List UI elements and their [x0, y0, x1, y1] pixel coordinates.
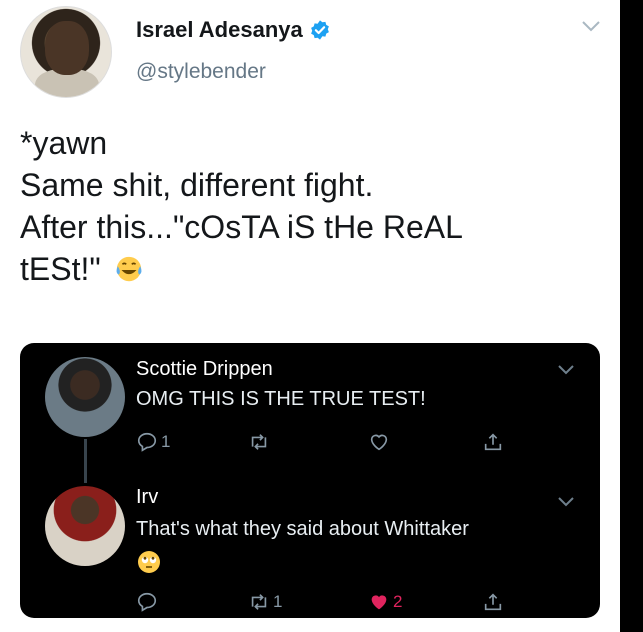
tweet-text: *yawn Same shit, different fight. After … [20, 122, 600, 290]
chevron-down-icon[interactable] [580, 18, 602, 34]
retweet-count: 1 [273, 592, 283, 611]
author-avatar[interactable] [20, 6, 112, 98]
reply-thread-screenshot: Scottie Drippen OMG THIS IS THE TRUE TES… [20, 343, 600, 618]
reply-button[interactable]: 1 [136, 429, 170, 455]
reply-text: That's what they said about Whittaker [136, 518, 469, 540]
like-count: 2 [393, 592, 403, 611]
reply-author-name[interactable]: Irv [136, 486, 158, 509]
chevron-down-icon[interactable] [556, 495, 576, 509]
rolling-eyes-emoji-icon [138, 551, 160, 573]
tweet-line-4-row: tESt!" [20, 248, 600, 290]
retweet-button[interactable] [248, 429, 273, 455]
author-name[interactable]: Israel Adesanya [136, 17, 303, 43]
reply-actions: 1 2 [136, 589, 516, 615]
verified-badge-icon [310, 20, 329, 40]
share-button[interactable] [482, 429, 504, 455]
author-handle[interactable]: @stylebender [136, 60, 266, 84]
tweet-line-2: Same shit, different fight. [20, 167, 374, 203]
reply-count: 1 [161, 432, 171, 451]
retweet-button[interactable]: 1 [248, 589, 282, 615]
tweet-card: Israel Adesanya @stylebender *yawn Same … [0, 0, 620, 632]
share-icon [484, 593, 502, 611]
tears-of-joy-emoji-icon [116, 256, 142, 282]
reply-button[interactable] [136, 589, 161, 615]
reply-icon [137, 432, 157, 452]
like-button[interactable] [368, 429, 393, 455]
reply-avatar[interactable] [45, 486, 125, 566]
thread-connector [84, 439, 87, 483]
reply-actions: 1 [136, 429, 516, 455]
heart-filled-icon [371, 595, 387, 610]
screenshot-border [620, 0, 643, 632]
reply-icon [137, 592, 157, 612]
like-button[interactable]: 2 [368, 589, 402, 615]
reply-item: Irv That's what they said about Whittake… [20, 478, 600, 618]
author-name-row[interactable]: Israel Adesanya [136, 17, 331, 43]
tweet-line-4: tESt!" [20, 251, 101, 287]
retweet-icon [251, 594, 267, 610]
reply-author-name[interactable]: Scottie Drippen [136, 358, 273, 381]
tweet-line-3: After this..."cOsTA iS tHe ReAL [20, 209, 463, 245]
reply-avatar[interactable] [45, 357, 125, 437]
retweet-icon [251, 434, 267, 450]
share-button[interactable] [482, 589, 504, 615]
share-icon [484, 433, 502, 451]
reply-text: OMG THIS IS THE TRUE TEST! [136, 388, 426, 410]
tweet-line-1: *yawn [20, 125, 108, 161]
heart-icon [370, 434, 388, 451]
chevron-down-icon[interactable] [556, 363, 576, 377]
reply-item: Scottie Drippen OMG THIS IS THE TRUE TES… [20, 343, 600, 483]
